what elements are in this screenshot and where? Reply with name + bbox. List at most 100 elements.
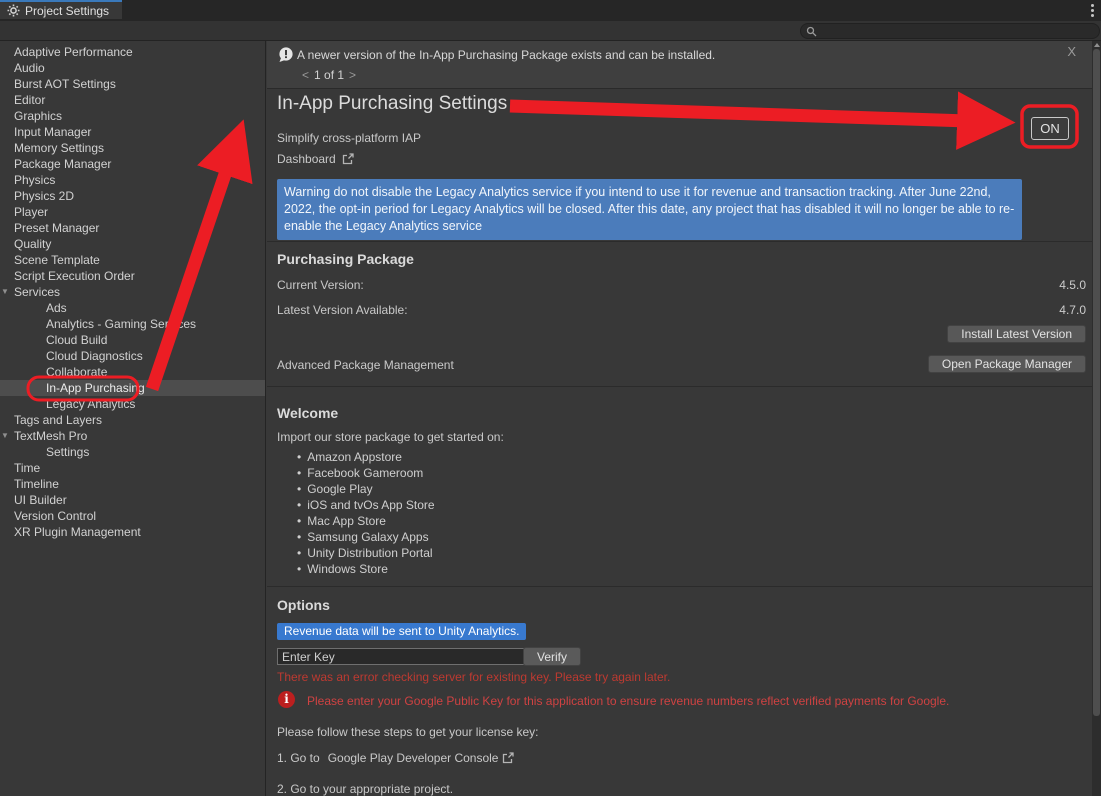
sidebar-item-label: Scene Template <box>14 253 100 267</box>
step-2: 2. Go to your appropriate project. <box>277 782 453 796</box>
search-input[interactable] <box>821 24 1085 38</box>
verify-button[interactable]: Verify <box>523 647 581 666</box>
sidebar-item-collaborate[interactable]: Collaborate <box>0 364 265 380</box>
sidebar-item-label: Collaborate <box>46 365 107 379</box>
sidebar-item-label: Timeline <box>14 477 59 491</box>
sidebar-item-label: Physics <box>14 173 55 187</box>
sidebar-item-ui-builder[interactable]: UI Builder <box>0 492 265 508</box>
sidebar-item-in-app-purchasing[interactable]: In-App Purchasing <box>0 380 265 396</box>
analytics-notice-badge: Revenue data will be sent to Unity Analy… <box>277 623 526 640</box>
sidebar-item-label: Legacy Analytics <box>46 397 135 411</box>
license-key-input[interactable] <box>277 648 525 665</box>
sidebar-item-label: Physics 2D <box>14 189 74 203</box>
search-icon <box>806 26 817 37</box>
service-toggle-button[interactable]: ON <box>1031 117 1069 140</box>
bullet-icon: • <box>297 530 301 544</box>
sidebar-item-settings[interactable]: Settings <box>0 444 265 460</box>
sidebar-item-physics-2d[interactable]: Physics 2D <box>0 188 265 204</box>
sidebar-item-label: Adaptive Performance <box>14 45 133 59</box>
sidebar-item-audio[interactable]: Audio <box>0 60 265 76</box>
purchasing-package-title: Purchasing Package <box>277 251 414 267</box>
sidebar-item-tags-and-layers[interactable]: Tags and Layers <box>0 412 265 428</box>
sidebar-item-label: Settings <box>46 445 89 459</box>
open-package-manager-button[interactable]: Open Package Manager <box>928 355 1086 373</box>
external-link-icon <box>502 752 514 764</box>
store-list-item: •iOS and tvOs App Store <box>297 497 435 513</box>
search-box[interactable] <box>800 23 1100 39</box>
store-list-item: •Mac App Store <box>297 513 435 529</box>
sidebar-item-label: Graphics <box>14 109 62 123</box>
scroll-up-icon[interactable] <box>1094 43 1100 47</box>
store-name: Mac App Store <box>307 514 386 528</box>
kebab-menu-icon[interactable] <box>1091 4 1094 17</box>
store-name: Google Play <box>307 482 372 496</box>
toolbar <box>0 21 1101 41</box>
sidebar-item-label: Version Control <box>14 509 96 523</box>
sidebar-item-scene-template[interactable]: Scene Template <box>0 252 265 268</box>
pager-prev-button[interactable]: < <box>300 68 311 82</box>
sidebar-item-script-execution-order[interactable]: Script Execution Order <box>0 268 265 284</box>
sidebar-item-preset-manager[interactable]: Preset Manager <box>0 220 265 236</box>
google-key-warning-text: Please enter your Google Public Key for … <box>307 694 1087 708</box>
sidebar-item-label: Ads <box>46 301 67 315</box>
server-error-text: There was an error checking server for e… <box>277 670 670 684</box>
divider <box>267 386 1092 387</box>
tab-project-settings[interactable]: Project Settings <box>0 0 122 19</box>
sidebar-item-label: Services <box>14 285 60 299</box>
current-version-value: 4.5.0 <box>1059 278 1086 292</box>
external-link-icon <box>342 153 354 165</box>
current-version-label: Current Version: <box>277 278 364 292</box>
sidebar-item-label: Tags and Layers <box>14 413 102 427</box>
sidebar-item-quality[interactable]: Quality <box>0 236 265 252</box>
sidebar-item-input-manager[interactable]: Input Manager <box>0 124 265 140</box>
step-1: 1. Go to Google Play Developer Console <box>277 751 514 765</box>
sidebar-item-cloud-build[interactable]: Cloud Build <box>0 332 265 348</box>
sidebar-item-adaptive-performance[interactable]: Adaptive Performance <box>0 44 265 60</box>
sidebar-item-version-control[interactable]: Version Control <box>0 508 265 524</box>
foldout-triangle-icon[interactable]: ▼ <box>1 428 9 444</box>
foldout-triangle-icon[interactable]: ▼ <box>1 284 9 300</box>
sidebar-item-burst-aot-settings[interactable]: Burst AOT Settings <box>0 76 265 92</box>
store-name: Unity Distribution Portal <box>307 546 432 560</box>
sidebar-item-label: Analytics - Gaming Services <box>46 317 196 331</box>
sidebar-item-legacy-analytics[interactable]: Legacy Analytics <box>0 396 265 412</box>
store-name: Windows Store <box>307 562 388 576</box>
sidebar-item-physics[interactable]: Physics <box>0 172 265 188</box>
alert-bubble-icon <box>278 47 294 63</box>
sidebar-item-services[interactable]: ▼ Services <box>0 284 265 300</box>
scrollbar-thumb[interactable] <box>1093 49 1100 716</box>
sidebar-item-ads[interactable]: Ads <box>0 300 265 316</box>
sidebar-item-editor[interactable]: Editor <box>0 92 265 108</box>
sidebar-item-label: Cloud Build <box>46 333 107 347</box>
sidebar-item-memory-settings[interactable]: Memory Settings <box>0 140 265 156</box>
welcome-title: Welcome <box>277 405 338 421</box>
sidebar-item-time[interactable]: Time <box>0 460 265 476</box>
sidebar-item-label: Cloud Diagnostics <box>46 349 143 363</box>
bullet-icon: • <box>297 482 301 496</box>
dashboard-link[interactable]: Dashboard <box>277 152 354 166</box>
store-name: Amazon Appstore <box>307 450 402 464</box>
google-play-console-link[interactable]: Google Play Developer Console <box>328 751 499 765</box>
sidebar-item-xr-plugin-management[interactable]: XR Plugin Management <box>0 524 265 540</box>
sidebar-item-analytics-gaming-services[interactable]: Analytics - Gaming Services <box>0 316 265 332</box>
store-name: Samsung Galaxy Apps <box>307 530 428 544</box>
sidebar-item-package-manager[interactable]: Package Manager <box>0 156 265 172</box>
sidebar-item-label: Editor <box>14 93 45 107</box>
sidebar-item-label: Preset Manager <box>14 221 99 235</box>
sidebar-item-graphics[interactable]: Graphics <box>0 108 265 124</box>
error-info-icon: i <box>278 691 295 708</box>
main-panel: A newer version of the In-App Purchasing… <box>267 41 1101 796</box>
divider <box>267 586 1092 587</box>
sidebar-item-player[interactable]: Player <box>0 204 265 220</box>
store-name: Facebook Gameroom <box>307 466 423 480</box>
tab-title: Project Settings <box>25 4 109 18</box>
vertical-scrollbar[interactable] <box>1092 41 1101 796</box>
sidebar-item-timeline[interactable]: Timeline <box>0 476 265 492</box>
pager-next-button[interactable]: > <box>347 68 358 82</box>
options-title: Options <box>277 597 330 613</box>
sidebar-item-cloud-diagnostics[interactable]: Cloud Diagnostics <box>0 348 265 364</box>
sidebar-item-textmesh-pro[interactable]: ▼TextMesh Pro <box>0 428 265 444</box>
notification-close-button[interactable]: X <box>1067 44 1076 59</box>
notification-pager: <1 of 1> <box>300 68 358 82</box>
install-latest-version-button[interactable]: Install Latest Version <box>947 325 1086 343</box>
